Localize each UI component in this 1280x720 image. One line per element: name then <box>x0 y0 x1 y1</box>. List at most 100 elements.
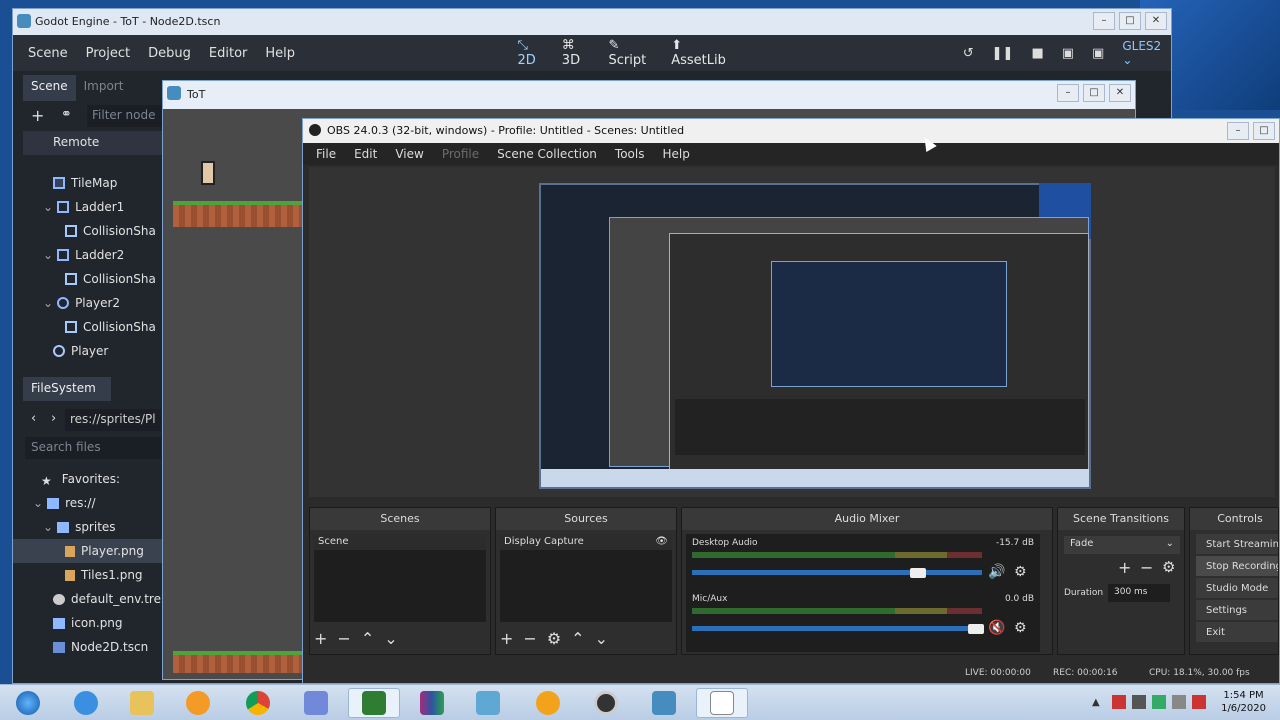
menu-file[interactable]: File <box>307 147 345 161</box>
taskbar-app[interactable] <box>232 688 284 718</box>
list-item[interactable]: ★ Favorites: <box>13 467 120 491</box>
list-item[interactable]: default_env.tre <box>13 587 161 611</box>
tree-item[interactable]: ⌄ Player2 <box>13 291 120 315</box>
search-files-input[interactable]: Search files <box>25 437 161 459</box>
maximize-icon[interactable]: □ <box>1119 12 1141 30</box>
menu-scene-collection[interactable]: Scene Collection <box>488 147 606 161</box>
taskbar-app[interactable] <box>696 688 748 718</box>
menu-view[interactable]: View <box>386 147 432 161</box>
list-item[interactable]: Display Capture 👁 <box>500 534 672 550</box>
gear-icon[interactable]: ⚙ <box>1014 564 1027 580</box>
start-streaming-button[interactable]: Start Streaming <box>1196 534 1278 554</box>
menu-profile[interactable]: Profile <box>433 147 488 161</box>
taskbar-app[interactable] <box>406 688 458 718</box>
add-node-icon[interactable]: + <box>31 106 44 125</box>
taskbar-app[interactable] <box>172 688 224 718</box>
move-down-icon[interactable]: ⌄ <box>384 629 397 648</box>
link-icon[interactable]: ⚭ <box>61 107 72 122</box>
move-up-icon[interactable]: ⌃ <box>361 629 374 648</box>
play-custom-icon[interactable]: ▣ <box>1092 46 1104 61</box>
maximize-icon[interactable]: □ <box>1083 84 1105 102</box>
mode-3d-button[interactable]: ⌘ 3D <box>562 38 595 68</box>
tree-item[interactable]: TileMap <box>13 171 117 195</box>
tree-item[interactable]: ⌄ Ladder2 <box>13 243 124 267</box>
tray-expand-icon[interactable]: ▲ <box>1092 697 1100 708</box>
start-button[interactable] <box>2 688 54 718</box>
taskbar-app[interactable] <box>462 688 514 718</box>
close-icon[interactable]: ✕ <box>1109 84 1131 102</box>
exit-button[interactable]: Exit <box>1196 622 1278 642</box>
remove-icon[interactable]: − <box>337 629 350 648</box>
notification-icon[interactable] <box>1192 695 1206 709</box>
minimize-icon[interactable]: – <box>1057 84 1079 102</box>
remote-tab[interactable]: Remote <box>23 131 163 155</box>
speaker-icon[interactable]: 🔊 <box>988 564 1005 580</box>
network-icon[interactable] <box>1152 695 1166 709</box>
tab-import[interactable]: Import <box>76 75 132 101</box>
list-item[interactable]: ⌄ sprites <box>13 515 116 539</box>
mode-assetlib-button[interactable]: ⬆ AssetLib <box>671 38 735 68</box>
pause-icon[interactable]: ❚❚ <box>992 46 1014 61</box>
volume-icon[interactable] <box>1172 695 1186 709</box>
tray-app-icon[interactable] <box>1112 695 1126 709</box>
list-item[interactable]: Tiles1.png <box>13 563 143 587</box>
tree-item[interactable]: ⌄ Ladder1 <box>13 195 124 219</box>
tree-item[interactable]: CollisionSha <box>13 267 156 291</box>
list-item[interactable]: icon.png <box>13 611 123 635</box>
minimize-icon[interactable]: – <box>1093 12 1115 30</box>
add-icon[interactable]: + <box>1118 558 1131 577</box>
play-scene-icon[interactable]: ▣ <box>1062 46 1074 61</box>
menu-debug[interactable]: Debug <box>139 46 200 61</box>
volume-slider-thumb[interactable] <box>968 624 985 634</box>
tab-filesystem[interactable]: FileSystem <box>23 377 111 401</box>
taskbar-clock[interactable]: 1:54 PM 1/6/2020 <box>1221 689 1266 715</box>
close-icon[interactable]: ✕ <box>1145 12 1167 30</box>
obs-titlebar[interactable]: OBS 24.0.3 (32-bit, windows) - Profile: … <box>303 119 1279 143</box>
godot-titlebar[interactable]: Godot Engine - ToT - Node2D.tscn – □ ✕ <box>13 9 1171 35</box>
gear-icon[interactable]: ⚙ <box>547 629 561 648</box>
tab-scene[interactable]: Scene <box>23 75 76 101</box>
back-icon[interactable]: ‹ <box>31 411 36 426</box>
menu-help[interactable]: Help <box>653 147 698 161</box>
maximize-icon[interactable]: □ <box>1253 122 1275 140</box>
menu-help[interactable]: Help <box>256 46 304 61</box>
remove-icon[interactable]: − <box>1140 558 1153 577</box>
volume-slider[interactable] <box>692 626 982 631</box>
taskbar-app[interactable] <box>580 688 632 718</box>
move-down-icon[interactable]: ⌄ <box>595 629 608 648</box>
volume-slider-thumb[interactable] <box>910 568 927 578</box>
menu-editor[interactable]: Editor <box>200 46 256 61</box>
taskbar-app[interactable] <box>348 688 400 718</box>
mode-script-button[interactable]: ✎ Script <box>609 38 658 68</box>
menu-project[interactable]: Project <box>77 46 139 61</box>
menu-tools[interactable]: Tools <box>606 147 654 161</box>
volume-slider[interactable] <box>692 570 982 575</box>
taskbar-app[interactable] <box>638 688 690 718</box>
tree-item[interactable]: Player <box>13 339 108 363</box>
remove-icon[interactable]: − <box>523 629 536 648</box>
add-icon[interactable]: + <box>314 629 327 648</box>
menu-edit[interactable]: Edit <box>345 147 386 161</box>
list-item[interactable]: Scene <box>314 534 486 550</box>
path-field[interactable]: res://sprites/Pl <box>65 409 161 431</box>
minimize-icon[interactable]: – <box>1227 122 1249 140</box>
move-up-icon[interactable]: ⌃ <box>571 629 584 648</box>
visibility-icon[interactable]: 👁 <box>655 536 668 547</box>
tree-item[interactable]: CollisionSha <box>13 219 156 243</box>
taskbar-app[interactable] <box>522 688 574 718</box>
mode-2d-button[interactable]: ⤡ 2D <box>517 38 547 68</box>
tree-item[interactable]: CollisionSha <box>13 315 156 339</box>
list-item[interactable]: Player.png <box>13 539 163 563</box>
taskbar-app[interactable] <box>290 688 342 718</box>
settings-button[interactable]: Settings <box>1196 600 1278 620</box>
transition-select[interactable]: Fade ⌄ <box>1064 536 1180 554</box>
obs-preview[interactable] <box>309 167 1275 497</box>
stop-recording-button[interactable]: Stop Recording <box>1196 556 1278 576</box>
muted-speaker-icon[interactable]: 🔇 <box>988 620 1005 636</box>
renderer-select[interactable]: GLES2 ⌄ <box>1122 39 1171 67</box>
gear-icon[interactable]: ⚙ <box>1162 558 1175 576</box>
taskbar-app[interactable] <box>116 688 168 718</box>
forward-icon[interactable]: › <box>51 411 56 426</box>
filter-nodes-input[interactable]: Filter node <box>87 105 167 127</box>
tot-titlebar[interactable]: ToT – □ ✕ <box>163 81 1135 109</box>
